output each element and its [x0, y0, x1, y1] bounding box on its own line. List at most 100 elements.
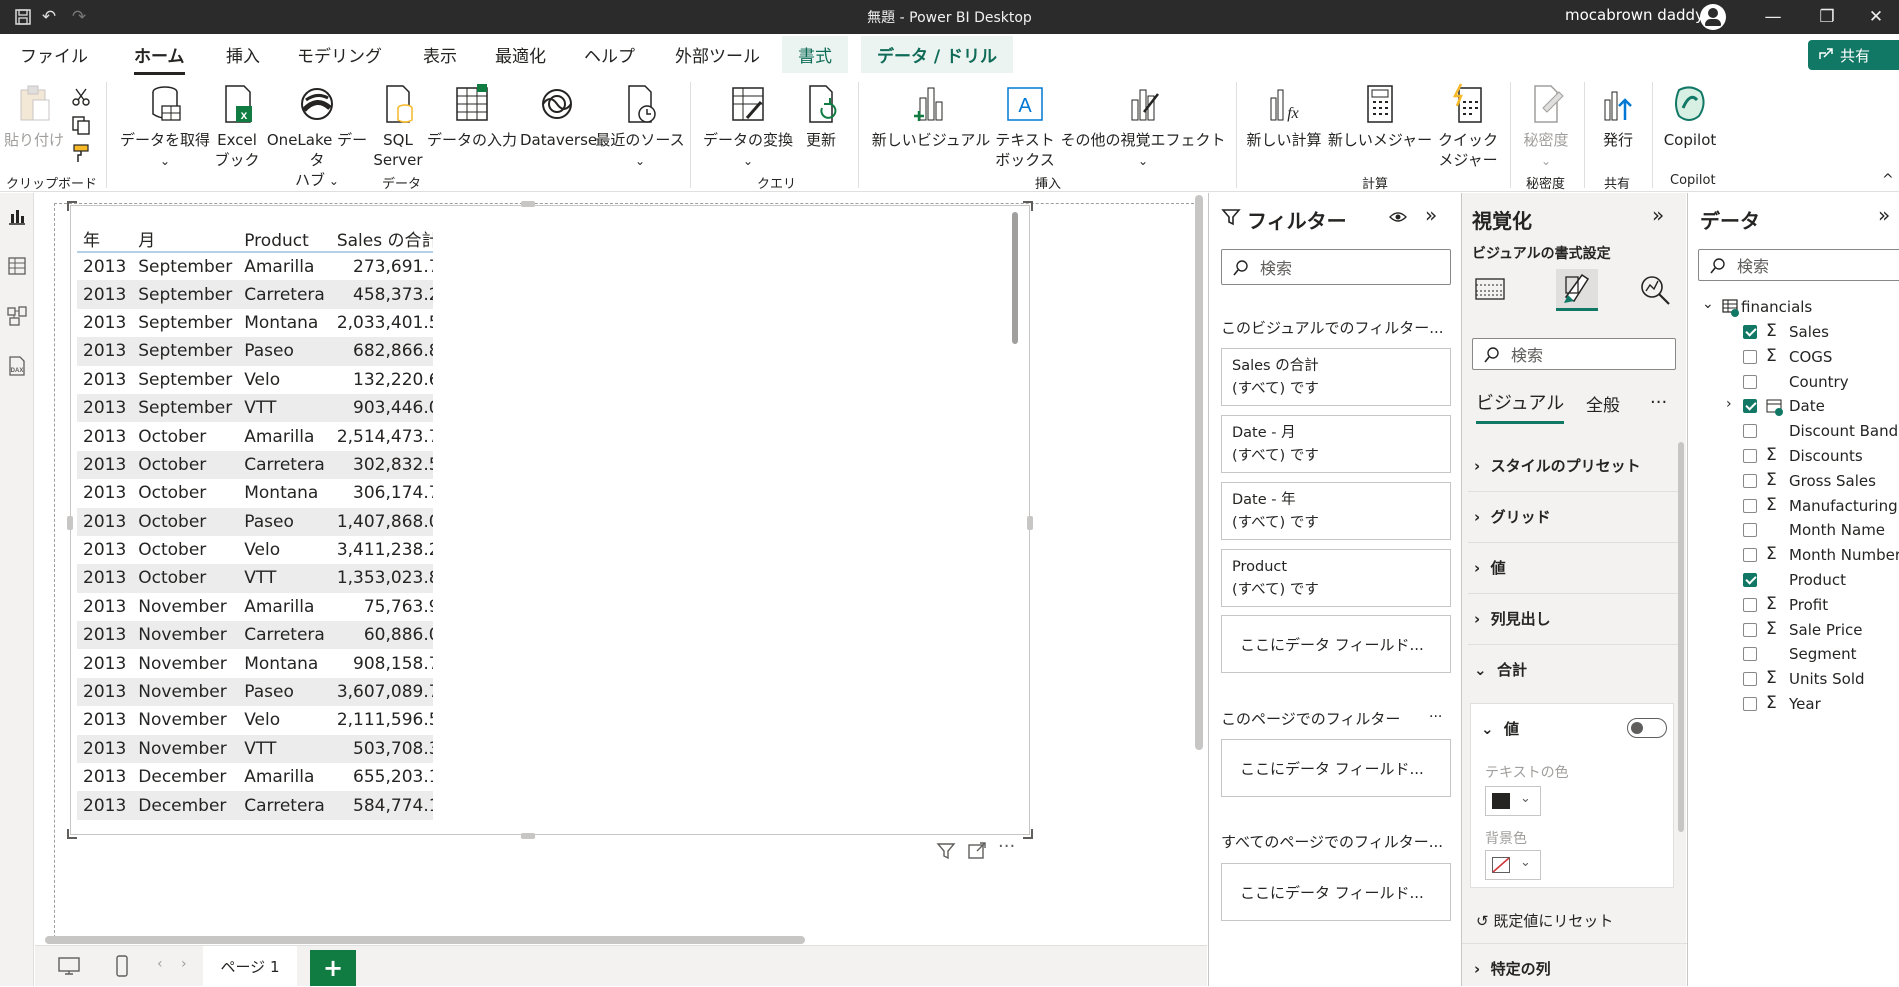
- all-pages-filter-drop-zone[interactable]: ここにデータ フィールド...: [1221, 863, 1451, 921]
- field-item[interactable]: Σ Sales: [1688, 321, 1899, 345]
- resize-handle[interactable]: [521, 201, 535, 207]
- resize-corner[interactable]: [1023, 829, 1033, 839]
- table-node-financials[interactable]: ⌄ financials: [1688, 296, 1899, 320]
- quick-measure-button[interactable]: クイック メジャー: [1436, 82, 1500, 170]
- focus-mode-icon[interactable]: [966, 840, 988, 862]
- desktop-layout-icon[interactable]: [57, 956, 81, 976]
- transform-data-button[interactable]: データの変換 ⌄: [700, 82, 796, 171]
- field-item[interactable]: Month Name: [1688, 519, 1899, 543]
- collapse-filters-icon[interactable]: »: [1425, 203, 1437, 227]
- tab-home[interactable]: ホーム: [134, 42, 185, 75]
- sensitivity-button[interactable]: 秘密度 ⌄: [1516, 82, 1576, 171]
- close-icon[interactable]: ✕: [1853, 2, 1899, 32]
- table-row[interactable]: 2013SeptemberVTT903,446.08: [77, 393, 433, 423]
- new-visual-button[interactable]: 新しいビジュアル: [866, 82, 996, 150]
- column-header-sales-sum[interactable]: Sales の合計: [331, 212, 433, 252]
- field-checkbox[interactable]: [1743, 374, 1757, 389]
- filters-search-input[interactable]: 検索: [1221, 249, 1451, 285]
- new-measure-button[interactable]: 新しいメジャー: [1326, 82, 1434, 150]
- tab-modeling[interactable]: モデリング: [297, 42, 382, 67]
- field-checkbox[interactable]: [1743, 647, 1757, 662]
- collapse-viz-icon[interactable]: »: [1652, 203, 1664, 227]
- field-item[interactable]: Σ Year: [1688, 693, 1899, 717]
- viz-more-options-icon[interactable]: ...: [1650, 387, 1667, 408]
- tab-data-drill[interactable]: データ / ドリル: [861, 36, 1014, 73]
- copilot-button[interactable]: Copilot: [1660, 82, 1720, 150]
- field-checkbox[interactable]: [1743, 424, 1757, 439]
- resize-handle[interactable]: [521, 833, 535, 839]
- filter-card-date-month[interactable]: Date - 月 (すべて) です: [1221, 415, 1451, 473]
- tab-optimize[interactable]: 最適化: [495, 42, 546, 67]
- field-item[interactable]: Discount Band: [1688, 420, 1899, 444]
- dataverse-button[interactable]: Dataverse: [520, 82, 597, 150]
- field-checkbox[interactable]: [1743, 498, 1757, 513]
- model-view-icon[interactable]: [6, 305, 28, 327]
- tab-general[interactable]: 全般: [1586, 391, 1620, 416]
- paste-button[interactable]: 貼り付け: [4, 82, 64, 150]
- mobile-layout-icon[interactable]: [115, 954, 129, 978]
- excel-workbook-button[interactable]: x Excel ブック: [212, 82, 262, 170]
- data-search-input[interactable]: 検索: [1698, 249, 1899, 281]
- enter-data-button[interactable]: データの入力: [424, 82, 520, 150]
- tab-external-tools[interactable]: 外部ツール: [675, 42, 760, 67]
- table-row[interactable]: 2013SeptemberPaseo682,866.87: [77, 337, 433, 366]
- table-row[interactable]: 2013 November Velo 2,111,596.56: [77, 706, 433, 734]
- dax-query-view-icon[interactable]: DAX: [6, 355, 28, 377]
- field-checkbox[interactable]: [1743, 573, 1757, 587]
- table-row[interactable]: 2013 December Amarilla 655,203.12: [77, 763, 433, 791]
- column-header-month[interactable]: 月: [132, 212, 238, 252]
- minimize-icon[interactable]: —: [1750, 2, 1796, 32]
- resize-corner[interactable]: [67, 201, 77, 211]
- field-checkbox[interactable]: [1743, 597, 1757, 612]
- table-row[interactable]: 2013SeptemberCarretera458,373.20: [77, 280, 433, 309]
- field-checkbox[interactable]: [1743, 473, 1757, 488]
- tab-view[interactable]: 表示: [423, 42, 457, 67]
- field-checkbox[interactable]: [1743, 523, 1757, 538]
- tab-insert[interactable]: 挿入: [226, 42, 260, 67]
- avatar[interactable]: [1700, 4, 1726, 30]
- column-header-year[interactable]: 年: [77, 212, 132, 252]
- table-row[interactable]: 2013DecemberCarretera584,774.12: [77, 791, 433, 820]
- field-item[interactable]: Σ COGS: [1688, 346, 1899, 370]
- sql-server-button[interactable]: SQL Server: [372, 82, 424, 170]
- field-item[interactable]: Σ Profit: [1688, 594, 1899, 618]
- field-item[interactable]: Σ Units Sold: [1688, 668, 1899, 692]
- table-row[interactable]: 2013 October Velo 3,411,238.25: [77, 536, 433, 564]
- chevron-right-icon[interactable]: ›: [1726, 396, 1732, 412]
- tab-visual[interactable]: ビジュアル: [1476, 389, 1565, 424]
- format-painter-icon[interactable]: [70, 142, 92, 164]
- field-item[interactable]: Product: [1688, 569, 1899, 593]
- field-checkbox[interactable]: [1743, 697, 1757, 711]
- reset-to-default-button[interactable]: ↺ 既定値にリセット: [1476, 910, 1613, 931]
- visual-filter-drop-zone[interactable]: ここにデータ フィールド...: [1221, 615, 1451, 673]
- report-view-icon[interactable]: [6, 205, 28, 227]
- filter-card-date-year[interactable]: Date - 年 (すべて) です: [1221, 482, 1451, 540]
- resize-corner[interactable]: [1023, 201, 1033, 211]
- table-row[interactable]: 2013 November Montana 908,158.75: [77, 649, 433, 677]
- table-row[interactable]: 2013OctoberVTT1,353,023.85: [77, 564, 433, 593]
- field-item[interactable]: Segment: [1688, 643, 1899, 667]
- field-checkbox[interactable]: [1743, 622, 1757, 637]
- field-item[interactable]: Σ Month Number: [1688, 544, 1899, 568]
- add-page-button[interactable]: +: [310, 950, 356, 986]
- viz-scrollbar[interactable]: [1678, 442, 1684, 832]
- collapse-data-icon[interactable]: »: [1878, 203, 1890, 227]
- text-color-picker[interactable]: ⌄: [1485, 786, 1541, 816]
- get-data-button[interactable]: データを取得 ⌄: [116, 82, 214, 171]
- onelake-hub-button[interactable]: OneLake データ ハブ ⌄: [262, 82, 372, 191]
- field-checkbox[interactable]: [1743, 399, 1757, 414]
- refresh-button[interactable]: 更新: [796, 82, 846, 150]
- tab-file[interactable]: ファイル: [20, 42, 88, 67]
- section-specific-column[interactable]: › 特定の列: [1474, 958, 1551, 979]
- analytics-icon[interactable]: [1638, 273, 1672, 307]
- filter-icon[interactable]: [935, 840, 957, 862]
- restore-icon[interactable]: ❐: [1804, 2, 1850, 32]
- table-row[interactable]: 2013 September Amarilla 273,691.73: [77, 252, 433, 280]
- format-visual-tab[interactable]: [1556, 269, 1598, 311]
- cut-icon[interactable]: [70, 86, 92, 108]
- section-column-headers[interactable]: › 列見出し: [1474, 608, 1551, 629]
- table-vertical-scrollbar[interactable]: [1012, 212, 1018, 344]
- resize-handle[interactable]: [1027, 516, 1033, 530]
- filter-card-product[interactable]: Product (すべて) です: [1221, 549, 1451, 607]
- table-row[interactable]: 2013NovemberCarretera60,886.02: [77, 621, 433, 650]
